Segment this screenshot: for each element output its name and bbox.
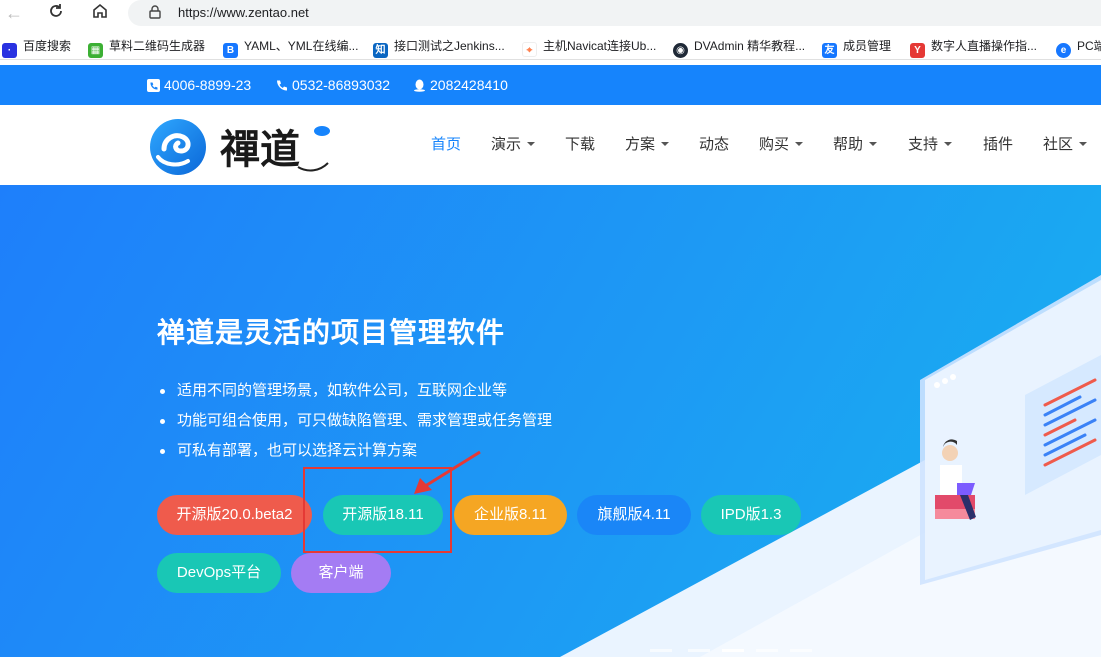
ultimate-button[interactable]: 旗舰版4.11 [577,495,691,535]
qq-icon [414,79,425,92]
url-text: https://www.zentao.net [178,5,309,20]
bookmark-baidu[interactable]: · 百度搜索 [2,37,72,58]
hero-illustration [920,275,1101,585]
browser-toolbar: ← https://www.zentao.net [0,0,1101,30]
bookmarks-bar: · 百度搜索 ▦ 草料二维码生成器 B YAML、YML在线编... 知接口测试之Je… [0,32,1101,60]
nav-label: 动态 [699,136,730,153]
nav-solutions[interactable]: 方案 [625,135,670,155]
nav-label: 方案 [625,136,656,153]
bookmark-navicat[interactable]: ⌖ 主机Navicat连接Ub... [522,37,657,57]
nav-label: 社区 [1043,136,1074,153]
member-icon: 友 [822,43,837,58]
bookmark-label: 主机Navicat连接Ub... [543,39,657,53]
b-icon: B [223,43,238,58]
caret-down-icon [944,142,953,146]
back-button[interactable]: ← [3,2,25,24]
nav-label: 购买 [759,136,790,153]
hotline[interactable]: 4006-8899-23 [147,76,251,94]
enterprise-button[interactable]: 企业版8.11 [454,495,567,535]
bookmark-pc[interactable]: e PC端 [1056,37,1101,58]
bookmark-label: YAML、YML在线编... [244,39,359,53]
lock-icon [149,5,161,19]
bookmark-label: 草料二维码生成器 [109,39,206,53]
bookmark-label: DVAdmin 精华教程... [694,39,806,53]
nav-help[interactable]: 帮助 [833,135,878,155]
dvadmin-icon: ◉ [673,43,688,58]
caret-down-icon [661,142,670,146]
svg-text:禪道: 禪道 [220,126,300,173]
baidu-paw-icon: · [2,43,17,58]
bookmark-members[interactable]: 友成员管理 [822,37,892,58]
qq[interactable]: 2082428410 [413,76,508,94]
nav-home[interactable]: 首页 [431,135,461,155]
bookmark-jenkins[interactable]: 知接口测试之Jenkins... [373,37,505,58]
hero-banner: 禅道是灵活的项目管理软件 适用不同的管理场景，如软件公司，互联网企业等 功能可组… [0,185,1101,657]
bookmark-label: 接口测试之Jenkins... [394,39,505,53]
phone-square-icon [147,79,160,92]
nav-news[interactable]: 动态 [699,135,729,155]
feature-item: 适用不同的管理场景，如软件公司，互联网企业等 [160,380,552,410]
reload-icon [50,4,62,17]
nav-label: 帮助 [833,136,864,153]
feature-list: 适用不同的管理场景，如软件公司，互联网企业等 功能可组合使用，可只做缺陷管理、需… [160,380,552,470]
nav-buy[interactable]: 购买 [759,135,804,155]
bookmark-yaml[interactable]: B YAML、YML在线编... [223,37,359,58]
live-icon: Y [910,43,925,58]
caret-down-icon [869,142,878,146]
nav-label: 演示 [491,136,522,153]
address-bar[interactable]: https://www.zentao.net [128,0,1101,26]
nav-label: 下载 [565,136,596,153]
nav-support[interactable]: 支持 [908,135,953,155]
home-button[interactable] [89,2,111,24]
hotline-text: 4006-8899-23 [164,77,252,93]
caret-down-icon [795,142,804,146]
nav-label: 支持 [908,136,939,153]
phone-text: 0532-86893032 [292,77,391,93]
site-header: 禪道 首页 演示 下载 方案 动态 购买 帮助 支持 插件 社区 [0,105,1101,185]
feature-item: 可私有部署，也可以选择云计算方案 [160,440,552,470]
client-button[interactable]: 客户端 [291,553,391,593]
phone-icon [277,80,287,91]
nav-label: 插件 [983,136,1014,153]
reload-button[interactable] [45,2,67,24]
phone[interactable]: 0532-86893032 [275,76,390,94]
nav-label: 首页 [431,136,462,153]
feature-item: 功能可组合使用，可只做缺陷管理、需求管理或任务管理 [160,410,552,440]
bookmark-qrcode[interactable]: ▦ 草料二维码生成器 [88,37,206,58]
qq-text: 2082428410 [430,77,508,93]
pin-icon: ⌖ [522,42,537,57]
bookmark-label: PC端 [1077,39,1101,53]
home-icon [93,3,107,18]
bookmark-label: 成员管理 [843,39,892,53]
open-source-beta-button[interactable]: 开源版20.0.beta2 [157,495,312,535]
caret-down-icon [527,142,536,146]
zentao-logo[interactable]: 禪道 [148,117,338,177]
bookmark-live[interactable]: Y 数字人直播操作指... [910,37,1038,58]
caret-down-icon [1079,142,1088,146]
ipd-button[interactable]: IPD版1.3 [701,495,801,535]
qr-code-icon: ▦ [88,43,103,58]
nav-download[interactable]: 下载 [565,135,595,155]
hero-title: 禅道是灵活的项目管理软件 [157,317,506,348]
bookmark-label: 百度搜索 [23,39,72,53]
zhihu-icon: 知 [373,43,388,58]
contact-bar: 4006-8899-23 0532-86893032 2082428410 [0,65,1101,105]
globe-icon: e [1056,43,1071,58]
nav-plugins[interactable]: 插件 [983,135,1013,155]
carousel-indicators[interactable] [650,649,820,653]
nav-community[interactable]: 社区 [1043,135,1088,155]
annotation-arrow [414,450,481,494]
bookmark-dvadmin[interactable]: ◉ DVAdmin 精华教程... [673,37,806,58]
devops-button[interactable]: DevOps平台 [157,553,281,593]
nav-demo[interactable]: 演示 [491,135,536,155]
bookmark-label: 数字人直播操作指... [931,39,1038,53]
